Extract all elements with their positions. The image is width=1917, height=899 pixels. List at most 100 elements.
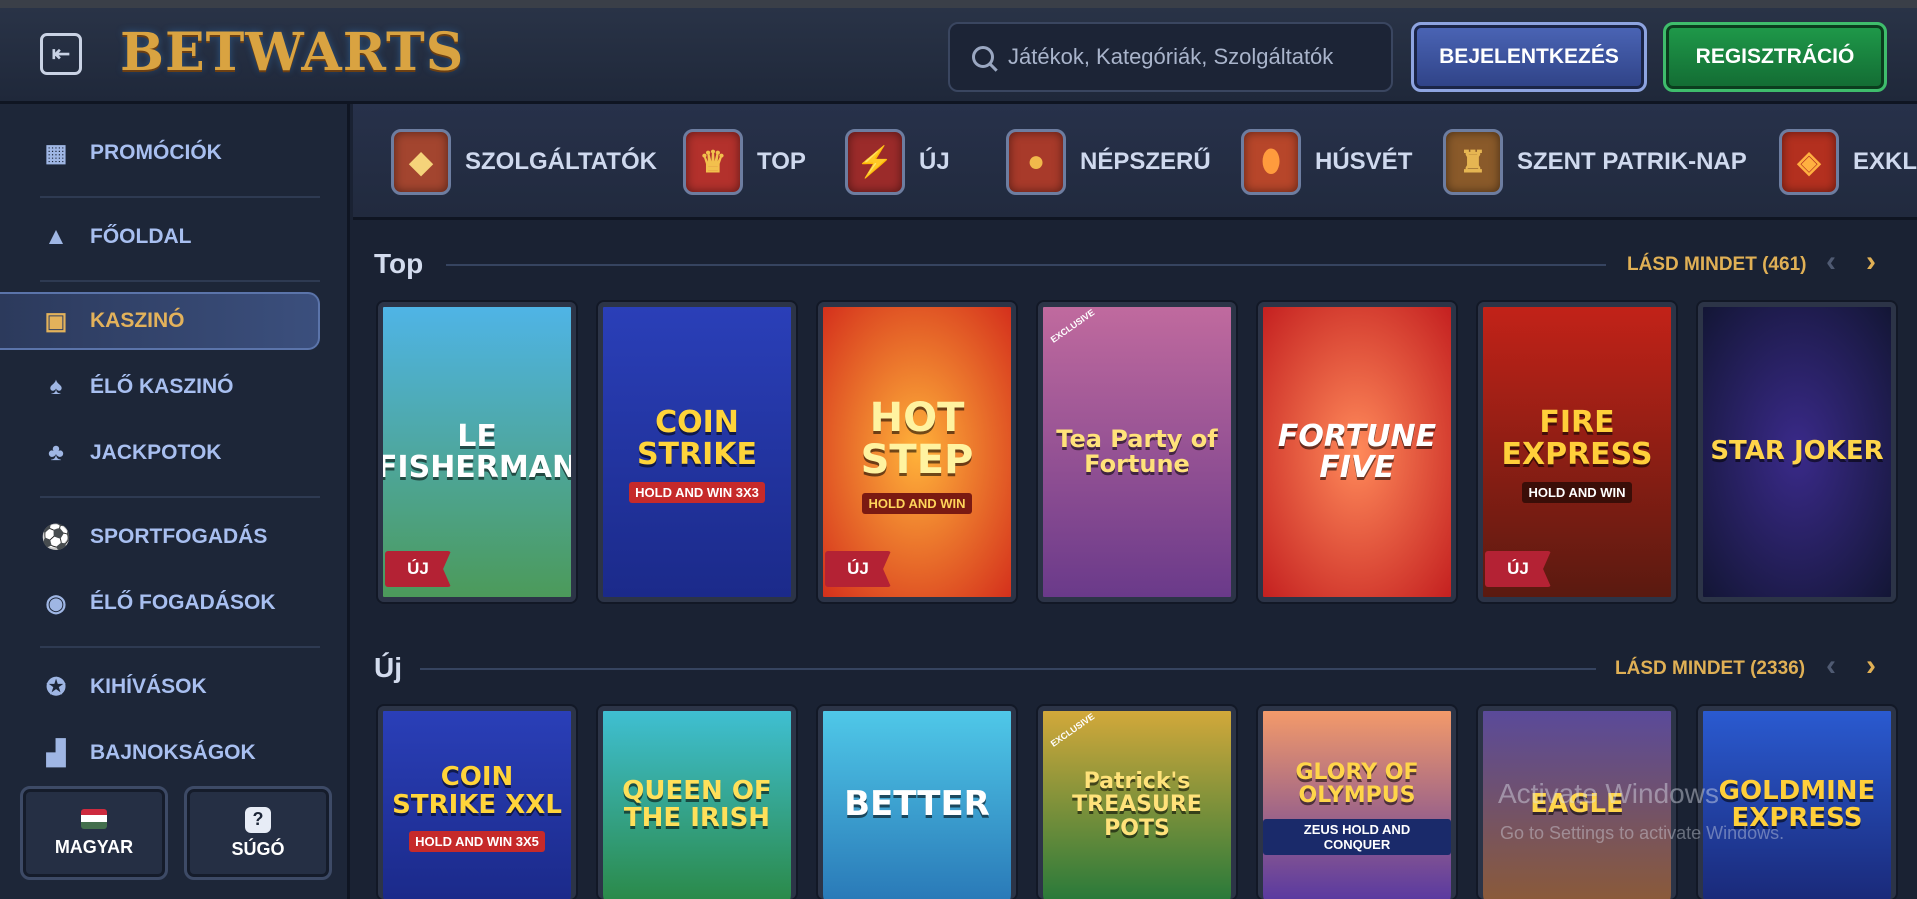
language-button[interactable]: MAGYAR — [20, 786, 168, 880]
sidebar: ▦ PROMÓCIÓK ▲ FŐOLDAL ▣ KASZINÓ ♠ ÉLŐ KA… — [0, 104, 350, 899]
sidebar-item-label: BAJNOKSÁGOK — [90, 741, 256, 764]
new-badge: ÚJ — [385, 551, 451, 587]
game-subtitle: HOLD AND WIN 3X3 — [629, 482, 765, 503]
sidebar-toggle-icon[interactable]: ⇤ — [40, 33, 82, 75]
section-divider — [420, 668, 1596, 670]
category-label: HÚSVÉT — [1315, 148, 1413, 175]
sidebar-item-label: KASZINÓ — [90, 309, 185, 332]
game-title: COIN STRIKE XXL — [392, 762, 562, 820]
game-card[interactable]: EXCLUSIVE Patrick's TREASURE POTS — [1038, 706, 1236, 899]
register-button[interactable]: REGISZTRÁCIÓ — [1663, 22, 1887, 92]
sidebar-item-tournaments[interactable]: ▟ BAJNOKSÁGOK — [0, 724, 320, 782]
section-title-new: Új — [374, 652, 402, 683]
category-popular[interactable]: ● NÉPSZERŰ — [1006, 124, 1211, 200]
potion-icon: ● — [1006, 129, 1066, 195]
sidebar-item-label: PROMÓCIÓK — [90, 141, 222, 164]
help-icon: ? — [245, 806, 271, 833]
game-title: COIN STRIKE — [636, 405, 758, 472]
new-badge: ÚJ — [825, 551, 891, 587]
game-card[interactable]: QUEEN OF THE IRISH — [598, 706, 796, 899]
clover-icon: ♣ — [48, 439, 64, 466]
sidebar-item-live-casino[interactable]: ♠ ÉLŐ KASZINÓ — [0, 358, 320, 416]
gem-icon: ◈ — [1779, 129, 1839, 195]
sidebar-item-home[interactable]: ▲ FŐOLDAL — [0, 208, 320, 266]
see-all-new-link[interactable]: LÁSD MINDET (2336) — [1615, 658, 1805, 680]
sidebar-item-sports[interactable]: ⚽ SPORTFOGADÁS — [0, 508, 320, 566]
search-icon — [972, 46, 994, 68]
category-top[interactable]: ♛ TOP — [683, 124, 806, 200]
sidebar-item-label: FŐOLDAL — [90, 225, 192, 248]
game-card[interactable]: GOLDMINE EXPRESS — [1698, 706, 1896, 899]
sidebar-item-label: ÉLŐ FOGADÁSOK — [90, 591, 276, 614]
help-button[interactable]: ? SÚGÓ — [184, 786, 332, 880]
prev-arrow-icon[interactable]: ‹ — [1826, 649, 1836, 683]
sidebar-item-jackpots[interactable]: ♣ JACKPOTOK — [0, 424, 320, 482]
game-title: FIRE EXPRESS — [1501, 405, 1653, 472]
game-card[interactable]: GLORY OF OLYMPUS ZEUS HOLD AND CONQUER — [1258, 706, 1456, 899]
game-card[interactable]: HOT STEP HOLD AND WIN ÚJ — [818, 302, 1016, 602]
game-title: GLORY OF OLYMPUS — [1295, 759, 1419, 808]
category-new[interactable]: ⚡ ÚJ — [845, 124, 950, 200]
game-subtitle: ZEUS HOLD AND CONQUER — [1263, 819, 1451, 856]
sidebar-item-label: KIHÍVÁSOK — [90, 675, 207, 698]
category-label: SZOLGÁLTATÓK — [465, 148, 657, 175]
search-box[interactable] — [948, 22, 1393, 92]
game-card[interactable]: STAR JOKER — [1698, 302, 1896, 602]
game-title: Tea Party of Fortune — [1056, 424, 1218, 478]
game-title: STAR JOKER — [1710, 436, 1884, 467]
cards-icon: ♠ — [49, 373, 63, 400]
next-arrow-icon[interactable]: › — [1866, 245, 1876, 279]
divider — [40, 646, 320, 648]
gift-icon: ▦ — [44, 139, 68, 167]
new-badge: ÚJ — [1485, 551, 1551, 587]
sidebar-item-casino[interactable]: ▣ KASZINÓ — [0, 292, 320, 350]
exclusive-ribbon: EXCLUSIVE — [1048, 307, 1097, 345]
language-label: MAGYAR — [54, 836, 134, 857]
live-icon: ◉ — [45, 589, 67, 617]
divider — [40, 196, 320, 198]
sidebar-item-promotions[interactable]: ▦ PROMÓCIÓK — [0, 124, 320, 182]
next-arrow-icon[interactable]: › — [1866, 649, 1876, 683]
game-card[interactable]: BETTER — [818, 706, 1016, 899]
game-card[interactable]: FIRE EXPRESS HOLD AND WIN ÚJ — [1478, 302, 1676, 602]
soccer-ball-icon: ⚽ — [41, 523, 71, 551]
lightning-icon: ⚡ — [845, 129, 905, 195]
category-easter[interactable]: ⬮ HÚSVÉT — [1241, 124, 1412, 200]
category-label: ÚJ — [919, 148, 950, 175]
site-logo[interactable]: BETWARTS — [120, 22, 464, 92]
wizard-hat-icon: ▲ — [44, 223, 68, 250]
book-icon: ◆ — [391, 129, 451, 195]
windows-activation-watermark: Activate Windows — [1498, 778, 1719, 809]
prev-arrow-icon[interactable]: ‹ — [1826, 245, 1836, 279]
category-label: TOP — [757, 148, 806, 175]
category-bar: ◆ SZOLGÁLTATÓK ♛ TOP ⚡ ÚJ ● NÉPSZERŰ ⬮ H… — [353, 104, 1917, 220]
sidebar-item-challenges[interactable]: ✪ KIHÍVÁSOK — [0, 658, 320, 716]
category-exclusive[interactable]: ◈ EXKLU — [1779, 124, 1917, 200]
game-card[interactable]: EXCLUSIVE Tea Party of Fortune — [1038, 302, 1236, 602]
help-label: SÚGÓ — [231, 838, 285, 859]
game-card[interactable]: LE FISHERMAN ÚJ — [378, 302, 576, 602]
category-label: EXKLU — [1853, 148, 1917, 175]
game-title: FORTUNE FIVE — [1277, 418, 1437, 485]
game-subtitle: HOLD AND WIN — [862, 492, 972, 514]
game-subtitle: HOLD AND WIN — [1522, 482, 1632, 503]
game-title: Patrick's TREASURE POTS — [1072, 769, 1202, 841]
see-all-top-link[interactable]: LÁSD MINDET (461) — [1627, 254, 1806, 276]
medal-icon: ✪ — [45, 673, 67, 701]
windows-activation-hint: Go to Settings to activate Windows. — [1500, 823, 1785, 843]
category-st-patricks-day[interactable]: ♜ SZENT PATRIK-NAP — [1443, 124, 1747, 200]
treasure-chest-icon: ▣ — [44, 307, 68, 335]
podium-icon: ▟ — [46, 739, 66, 767]
game-card[interactable]: FORTUNE FIVE — [1258, 302, 1456, 602]
game-title: LE FISHERMAN — [378, 418, 576, 485]
game-card[interactable]: COIN STRIKE XXL HOLD AND WIN 3X5 — [378, 706, 576, 899]
login-button[interactable]: BEJELENTKEZÉS — [1411, 22, 1647, 92]
game-title: QUEEN OF THE IRISH — [622, 775, 772, 833]
category-label: NÉPSZERŰ — [1080, 148, 1211, 175]
category-providers[interactable]: ◆ SZOLGÁLTATÓK — [391, 124, 657, 200]
sidebar-item-live-betting[interactable]: ◉ ÉLŐ FOGADÁSOK — [0, 574, 320, 632]
hungary-flag-icon — [81, 808, 107, 829]
game-title: HOT STEP — [860, 394, 974, 483]
game-card[interactable]: COIN STRIKE HOLD AND WIN 3X3 — [598, 302, 796, 602]
search-input[interactable] — [1008, 44, 1368, 70]
